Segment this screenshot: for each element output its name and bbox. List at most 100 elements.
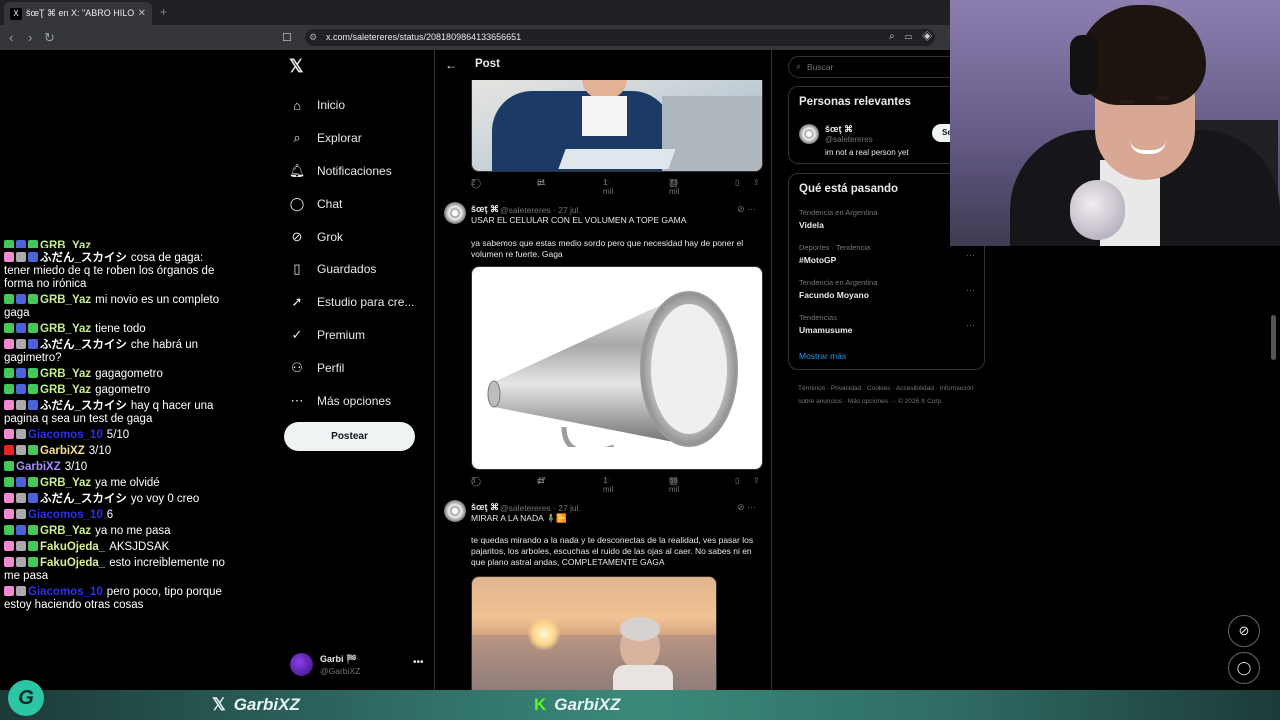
trend-more-icon[interactable]: ··· — [966, 285, 975, 295]
chat-username[interactable]: ふだん_スカイシ — [40, 400, 127, 412]
chat-username[interactable]: GRB_Yaz — [40, 525, 91, 537]
back-icon[interactable]: ‹ — [9, 30, 13, 45]
chat-badge-icon — [28, 400, 38, 410]
chat-username[interactable]: ふだん_スカイシ — [40, 339, 127, 351]
show-more-link[interactable]: Mostrar más — [799, 351, 846, 361]
chat-username[interactable]: GRB_Yaz — [40, 323, 91, 335]
megaphone-image — [487, 291, 738, 447]
chat-username[interactable]: Giacomos_10 — [28, 509, 103, 521]
avatar[interactable] — [444, 202, 466, 224]
image-detail — [662, 96, 762, 171]
chat-message: GRB_Yaz — [0, 240, 230, 248]
chat-username[interactable]: GRB_Yaz — [40, 294, 91, 306]
chat-badge-icon — [28, 294, 38, 304]
url-field[interactable]: x.com/saletereres/status/208180986413365… — [305, 29, 935, 46]
messages-fab-icon[interactable]: ◯ — [1228, 652, 1260, 684]
share-icon[interactable]: ⇪ — [753, 178, 760, 187]
sidebar-item-premium[interactable]: ✓ Premium — [289, 319, 414, 352]
chat-username[interactable]: ふだん_スカイシ — [40, 493, 127, 505]
image-detail — [527, 617, 561, 651]
tweet-image-megaphone[interactable] — [471, 266, 763, 470]
tweet-handle[interactable]: @saletereres · 27 jul. — [500, 503, 581, 513]
chat-username[interactable]: GRB_Yaz — [40, 240, 91, 248]
x-sidebar-nav: ⌂ Inicio ⌕ Explorar 🔔︎ Notificaciones ◯ Chat ⊘ Gr… — [289, 89, 415, 417]
sidebar-item-bookmarks[interactable]: ▯ Guardados — [289, 253, 414, 286]
chat-badge-icon — [4, 294, 14, 304]
scrollbar[interactable] — [1271, 315, 1276, 360]
back-arrow-icon[interactable]: ← — [445, 58, 457, 72]
chat-username[interactable]: GarbiXZ — [40, 445, 85, 457]
share-icon[interactable]: ⇪ — [753, 476, 760, 485]
sidebar-item-grok[interactable]: ⊘ Grok — [289, 220, 414, 253]
sidebar-item-label: Estudio para cre... — [317, 295, 415, 310]
webcam-overlay — [950, 0, 1280, 246]
tweet-author[interactable]: šœţ ⌘ — [471, 204, 499, 215]
post-button[interactable]: Postear — [284, 422, 415, 451]
sidebar-item-profile[interactable]: ⚇ Perfil — [289, 351, 414, 384]
bookmark-tweet-icon[interactable]: ▯ — [735, 178, 739, 187]
chat-message: GRB_Yaz ya no me pasa — [0, 525, 230, 538]
forward-icon[interactable]: › — [28, 30, 32, 45]
chat-badge-icon — [16, 240, 26, 248]
trend-more-icon[interactable]: ··· — [966, 320, 975, 330]
x-logo-icon[interactable]: 𝕏 — [289, 56, 304, 77]
trend-item[interactable]: Deportes · Tendencia #MotoGP — [799, 243, 979, 265]
chat-badge-icon — [4, 400, 14, 410]
footer-links[interactable]: Términos · Privacidad · Cookies · Accesi… — [798, 382, 978, 408]
chat-username[interactable]: GRB_Yaz — [40, 368, 91, 380]
avatar[interactable] — [799, 124, 819, 144]
bookmark-icon[interactable]: ☐ — [282, 31, 292, 44]
trend-name: #MotoGP — [799, 255, 837, 265]
account-switcher[interactable]: Garbi 🏁 @GarbiXZ ••• — [290, 653, 430, 679]
chat-text: AKSJDSAK — [109, 541, 170, 553]
tweet-author[interactable]: šœţ ⌘ — [471, 502, 499, 513]
chat-text: gagometro — [95, 384, 151, 396]
chat-username[interactable]: GRB_Yaz — [40, 477, 91, 489]
chat-message: GarbiXZ 3/10 — [0, 445, 230, 458]
grok-fab-icon[interactable]: ⊘ — [1228, 615, 1260, 647]
close-tab-icon[interactable]: ✕ — [138, 8, 146, 19]
sidebar-item-more[interactable]: ⋯ Más opciones — [289, 384, 414, 417]
more-icon[interactable]: ••• — [413, 657, 424, 668]
kick-handle: K GarbiXZ — [534, 695, 620, 715]
trend-context: Tendencias — [799, 313, 837, 322]
grok-more-icon[interactable]: ⊘ ··· — [737, 502, 756, 513]
chat-username[interactable]: FakuOjeda_ — [40, 557, 105, 569]
trend-context: Tendencia en Argentina — [799, 278, 878, 287]
chat-username[interactable]: Giacomos_10 — [28, 429, 103, 441]
sidebar-item-explore[interactable]: ⌕ Explorar — [289, 122, 414, 155]
sidebar-item-home[interactable]: ⌂ Inicio — [289, 89, 414, 122]
browser-tab[interactable]: X šœŢ ⌘ en X: "ABRO HILO DE TO... ✕ — [4, 2, 152, 25]
tweet-image[interactable] — [471, 70, 763, 172]
trend-item[interactable]: Tendencias Umamusume — [799, 313, 979, 335]
chat-username[interactable]: ふだん_スカイシ — [40, 252, 127, 264]
site-info-icon[interactable]: ⚙ — [309, 32, 317, 43]
chat-badge-icon — [4, 429, 14, 439]
relevant-name[interactable]: šœţ ⌘ — [825, 124, 853, 135]
relevant-handle[interactable]: @saletereres — [825, 135, 873, 144]
sidebar-item-creator-studio[interactable]: ➚ Estudio para cre... — [289, 286, 415, 319]
reload-icon[interactable]: ↻ — [44, 30, 55, 46]
tweet-title: MIRAR A LA NADA 🧍‍♂️📴 — [471, 513, 567, 523]
chat-username[interactable]: FakuOjeda_ — [40, 541, 105, 553]
twitter-handle: 𝕏 GarbiXZ — [212, 695, 300, 715]
new-tab-icon[interactable]: + — [160, 5, 167, 19]
address-actions-icon[interactable]: ⌕▭◈ — [889, 31, 942, 42]
chat-username[interactable]: GRB_Yaz — [40, 384, 91, 396]
chat-username[interactable]: Giacomos_10 — [28, 586, 103, 598]
image-detail — [613, 617, 673, 690]
bookmark-tweet-icon[interactable]: ▯ — [735, 476, 739, 485]
sidebar-item-chat[interactable]: ◯ Chat — [289, 187, 414, 220]
retweet-count: 61 — [537, 178, 546, 187]
webcam-detail — [1070, 180, 1125, 240]
chat-text: ya no me pasa — [95, 525, 171, 537]
trend-item[interactable]: Tendencia en Argentina Facundo Moyano — [799, 278, 979, 300]
search-input[interactable]: Buscar — [788, 56, 958, 78]
sidebar-item-notifications[interactable]: 🔔︎ Notificaciones — [289, 155, 414, 188]
grok-more-icon[interactable]: ⊘ ··· — [737, 204, 756, 215]
avatar[interactable] — [444, 500, 466, 522]
trend-more-icon[interactable]: ··· — [966, 250, 975, 260]
tweet-image-sunset[interactable] — [471, 576, 717, 690]
tweet-handle[interactable]: @saletereres · 27 jul. — [500, 205, 581, 215]
chat-username[interactable]: GarbiXZ — [16, 461, 61, 473]
